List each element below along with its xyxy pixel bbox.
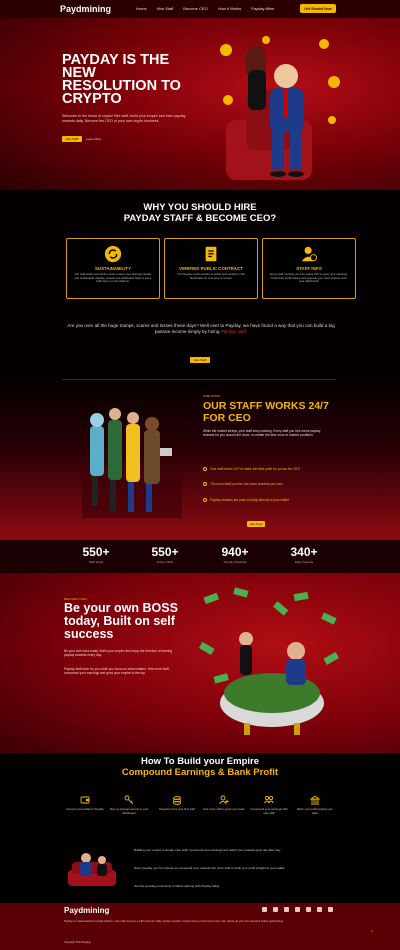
footer	[0, 903, 400, 950]
coins-icon	[173, 796, 181, 805]
staff-bullet: Your staff works 24/7 to make the best p…	[203, 467, 323, 471]
nav-link-become-ceo[interactable]: Become CEO	[183, 6, 207, 11]
stat-label: Staff Hired	[88, 560, 104, 564]
twitter-icon[interactable]	[273, 907, 278, 912]
empire-paragraph: Building your empire is simple. Hire sta…	[134, 848, 281, 852]
stat-item: 550+ Active CEOs	[135, 545, 195, 564]
why-title-line1: WHY YOU SHOULD HIRE	[143, 202, 257, 213]
hero-hire-button[interactable]: Hire Staff	[62, 136, 82, 142]
card-text: Every staff member you hire works 24/7 t…	[270, 272, 348, 284]
why-description-link[interactable]: Payday staff.	[221, 329, 247, 334]
step-text: Hire more staff to grow your team	[203, 807, 245, 811]
stat-item: 940+ Payday Rewards	[205, 545, 265, 564]
footer-logo[interactable]: Paydmining	[64, 906, 109, 915]
staff-title: OUR STAFF WORKS 24/7 FOR CEO	[203, 400, 329, 424]
user-add-icon	[219, 795, 229, 805]
footer-text: Payday is a decentralized rewards platfo…	[64, 920, 284, 923]
nav-link-payday-mine[interactable]: Payday Mine	[251, 6, 274, 11]
empire-step: Hire more staff to grow your team	[203, 795, 245, 812]
card-verified-contract: VERIFIED PUBLIC CONTRACT The Payday smar…	[164, 238, 258, 299]
empire-paragraph: Join the growing community of CEOs earni…	[134, 884, 220, 888]
step-text: Connect your wallet to Payday	[66, 807, 104, 811]
empire-step: Bank your profit anytime you want	[294, 795, 336, 815]
stat-value: 550+	[82, 545, 110, 559]
hero-text: Welcome to the future of crypto! Hire st…	[62, 114, 186, 123]
back-to-top-icon[interactable]: ⌃	[370, 930, 374, 936]
stat-value: 940+	[221, 545, 249, 559]
step-text: Compound your earnings with new staff	[250, 807, 288, 815]
facebook-icon[interactable]	[262, 907, 267, 912]
card-text: Our staff works around the clock to keep…	[74, 272, 152, 284]
youtube-icon[interactable]	[317, 907, 322, 912]
stat-label: Active CEOs	[156, 560, 174, 564]
stat-item: 340+ Daily Payouts	[274, 545, 334, 564]
empire-title: How To Build your Empire Compound Earnin…	[0, 756, 400, 778]
discord-icon[interactable]	[306, 907, 311, 912]
why-title-line2: PAYDAY STAFF & BECOME CEO?	[123, 213, 277, 224]
boss-title: Be your own BOSS today, Built on self su…	[64, 601, 178, 641]
bullet-icon	[203, 482, 207, 486]
why-hire-button[interactable]: Hire Staff	[190, 357, 210, 363]
card-text: The Payday smart contract is public and …	[176, 272, 246, 280]
hero-ceo-illustration	[220, 36, 340, 180]
ceo-sofa-illustration	[68, 853, 116, 886]
boss-text-2: Payday staff work for you while you focu…	[64, 667, 170, 676]
money-bath-illustration	[198, 587, 340, 735]
stat-value: 550+	[151, 545, 179, 559]
contract-icon	[205, 246, 217, 262]
empire-step: Sign up and get access to your dashboard	[108, 795, 150, 815]
footer-copyright: Copyright 2023 Payday	[64, 941, 91, 944]
recycle-icon	[104, 245, 122, 263]
why-description: Are you over all the huge trumps, scams …	[66, 323, 336, 336]
bullet-icon	[203, 467, 207, 471]
step-text: Deposit to hire your first staff	[159, 807, 195, 811]
nav-logo[interactable]: Paydmining	[60, 4, 111, 14]
empire-step: Compound your earnings with new staff	[248, 795, 290, 815]
team-icon	[264, 795, 274, 804]
staff-info-icon	[301, 246, 318, 262]
bullet-icon	[203, 498, 207, 502]
stat-value: 340+	[290, 545, 318, 559]
telegram-icon[interactable]	[284, 907, 289, 912]
staff-bullet: The more staff you hire, the more reward…	[203, 482, 323, 486]
footer-social-links	[262, 907, 333, 912]
staff-text: While the market sleeps, your staff keep…	[203, 429, 321, 438]
bullet-text: Your staff works 24/7 to make the best p…	[210, 467, 301, 471]
nav-cta-button[interactable]: Get Started Now	[300, 4, 336, 13]
staff-kicker: HIRE STAFF	[203, 394, 221, 398]
boss-text-1: Be your own boss today. Build your empir…	[64, 649, 173, 658]
stat-item: 550+ Staff Hired	[66, 545, 126, 564]
card-sustainability: SUSTAINABILITY Our staff works around th…	[66, 238, 160, 299]
bullet-text: The more staff you hire, the more reward…	[210, 482, 283, 486]
empire-step: Deposit to hire your first staff	[156, 795, 198, 812]
step-text: Bank your profit anytime you want	[297, 807, 333, 815]
staff-bullet: Payday rewards are paid out daily direct…	[203, 498, 323, 502]
empire-title-line2: Compound Earnings & Bank Profit	[121, 767, 279, 778]
nav-link-home[interactable]: Home	[136, 6, 147, 11]
why-description-text: Are you over all the huge trumps, scams …	[67, 323, 335, 335]
why-title: WHY YOU SHOULD HIRE PAYDAY STAFF & BECOM…	[0, 202, 400, 224]
bank-icon	[310, 795, 320, 805]
linkedin-icon[interactable]	[328, 907, 333, 912]
staff-hire-button[interactable]: Hire Now	[247, 521, 265, 527]
nav-link-hire-staff[interactable]: Hire Staff	[157, 6, 174, 11]
wallet-icon	[80, 796, 90, 804]
stat-label: Payday Rewards	[223, 560, 247, 564]
empire-title-line1: How To Build your Empire	[140, 756, 260, 767]
card-staff-info: STAFF INFO Every staff member you hire w…	[262, 238, 356, 299]
empire-paragraph: Every payday you can choose to compound …	[134, 866, 286, 870]
instagram-icon[interactable]	[295, 907, 300, 912]
stat-label: Daily Payouts	[294, 560, 314, 564]
nav-links: Home Hire Staff Become CEO How it Works …	[136, 6, 274, 11]
hero-title: PAYDAY IS THE NEW RESOLUTION TO CRYPTO	[62, 52, 181, 107]
staff-team-illustration	[82, 408, 182, 518]
key-icon	[124, 795, 134, 805]
hero-learn-more-link[interactable]: Learn More	[86, 137, 101, 141]
empire-step: Connect your wallet to Payday	[64, 795, 106, 812]
stats-bar	[0, 540, 400, 573]
nav-link-how-it-works[interactable]: How it Works	[218, 6, 241, 11]
step-text: Sign up and get access to your dashboard	[109, 807, 149, 815]
bullet-text: Payday rewards are paid out daily direct…	[210, 498, 289, 502]
